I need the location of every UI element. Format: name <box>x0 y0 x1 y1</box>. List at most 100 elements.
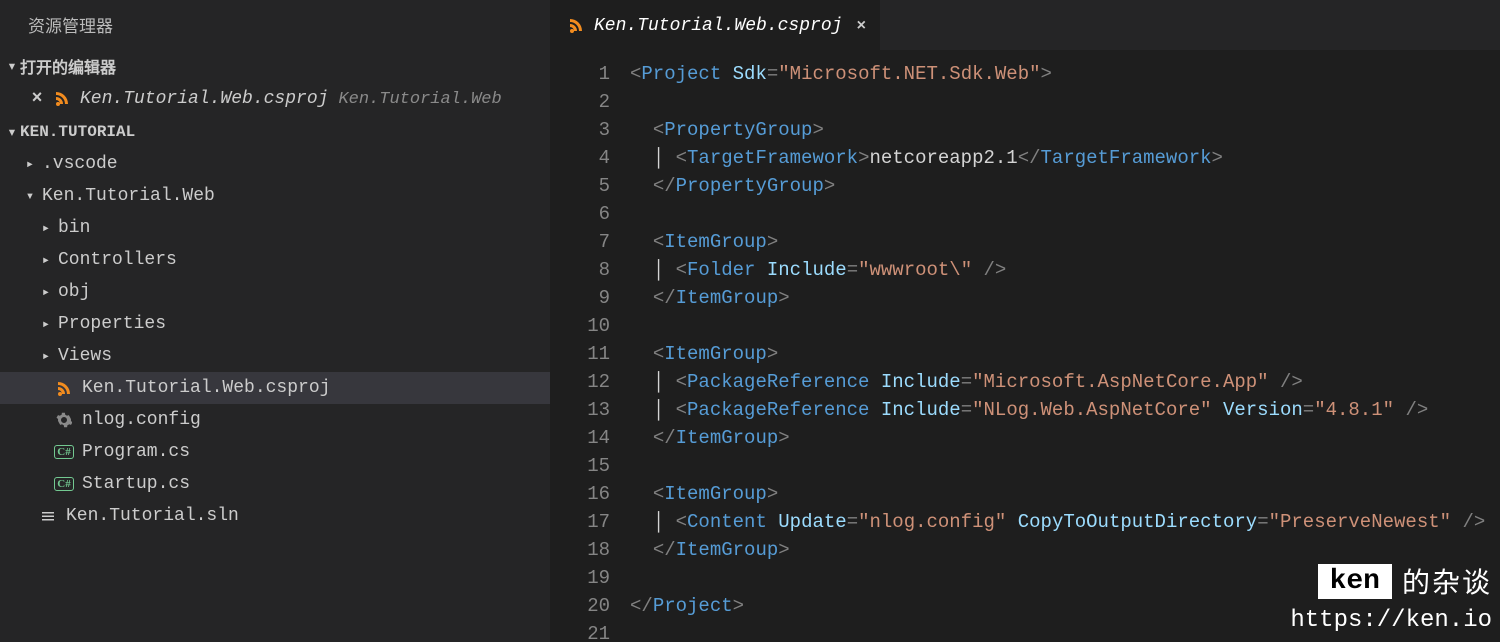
tree-item[interactable]: nlog.config <box>0 404 550 436</box>
rss-icon <box>568 16 584 36</box>
line-number: 1 <box>550 60 610 88</box>
line-number: 6 <box>550 200 610 228</box>
tree-item-label: Properties <box>58 314 166 334</box>
code-line[interactable]: │ <PackageReference Include="Microsoft.A… <box>630 368 1500 396</box>
open-editors-section[interactable]: ▾ 打开的编辑器 <box>0 50 550 82</box>
tree-item[interactable]: ▸Controllers <box>0 244 550 276</box>
code-line[interactable] <box>630 88 1500 116</box>
watermark-name: ken <box>1318 564 1392 599</box>
rss-icon <box>54 380 74 396</box>
workspace-section[interactable]: ▾ KEN.TUTORIAL <box>0 116 550 148</box>
close-icon[interactable]: × <box>28 89 46 109</box>
chevron-right-icon: ▸ <box>22 156 38 173</box>
tree-item-label: bin <box>58 218 90 238</box>
line-number: 12 <box>550 368 610 396</box>
tree-item-label: Views <box>58 346 112 366</box>
line-number: 17 <box>550 508 610 536</box>
code-line[interactable]: │ <TargetFramework>netcoreapp2.1</Target… <box>630 144 1500 172</box>
line-number: 5 <box>550 172 610 200</box>
code-line[interactable]: </PropertyGroup> <box>630 172 1500 200</box>
watermark: ken 的杂谈 https://ken.io <box>1290 561 1492 634</box>
code-line[interactable]: </ItemGroup> <box>630 424 1500 452</box>
cs-icon: C# <box>54 445 74 459</box>
code-line[interactable]: </ItemGroup> <box>630 536 1500 564</box>
tree-item-label: obj <box>58 282 90 302</box>
line-number: 8 <box>550 256 610 284</box>
tree-item[interactable]: ▸obj <box>0 276 550 308</box>
tree-item[interactable]: Ken.Tutorial.Web.csproj <box>0 372 550 404</box>
code-editor[interactable]: 123456789101112131415161718192021 <Proje… <box>550 50 1500 642</box>
tab-filename: Ken.Tutorial.Web.csproj <box>594 16 842 36</box>
workspace-name: KEN.TUTORIAL <box>20 123 135 141</box>
tab-csproj[interactable]: Ken.Tutorial.Web.csproj × <box>550 0 880 50</box>
code-content[interactable]: <Project Sdk="Microsoft.NET.Sdk.Web"> <P… <box>630 50 1500 642</box>
open-editor-item[interactable]: × Ken.Tutorial.Web.csproj Ken.Tutorial.W… <box>0 82 550 116</box>
code-line[interactable] <box>630 200 1500 228</box>
editor-tabs: Ken.Tutorial.Web.csproj × <box>550 0 1500 50</box>
code-line[interactable]: </ItemGroup> <box>630 284 1500 312</box>
code-line[interactable]: │ <Content Update="nlog.config" CopyToOu… <box>630 508 1500 536</box>
tree-item[interactable]: ▸Properties <box>0 308 550 340</box>
line-number: 4 <box>550 144 610 172</box>
chevron-right-icon: ▸ <box>38 220 54 237</box>
open-editor-path: Ken.Tutorial.Web <box>338 90 501 109</box>
line-number: 15 <box>550 452 610 480</box>
code-line[interactable]: <ItemGroup> <box>630 228 1500 256</box>
tree-item[interactable]: ▾Ken.Tutorial.Web <box>0 180 550 212</box>
cs-icon: C# <box>54 477 74 491</box>
line-number: 11 <box>550 340 610 368</box>
line-number: 19 <box>550 564 610 592</box>
line-number: 9 <box>550 284 610 312</box>
line-number: 20 <box>550 592 610 620</box>
chevron-down-icon: ▾ <box>4 56 20 76</box>
editor-area: Ken.Tutorial.Web.csproj × 12345678910111… <box>550 0 1500 642</box>
chevron-right-icon: ▸ <box>38 284 54 301</box>
tree-item[interactable]: C# Startup.cs <box>0 468 550 500</box>
file-icon <box>38 508 58 524</box>
line-number: 2 <box>550 88 610 116</box>
line-number: 14 <box>550 424 610 452</box>
code-line[interactable]: <ItemGroup> <box>630 340 1500 368</box>
line-number-gutter: 123456789101112131415161718192021 <box>550 50 630 642</box>
watermark-url: https://ken.io <box>1290 607 1492 634</box>
tree-item[interactable]: ▸.vscode <box>0 148 550 180</box>
tree-item[interactable]: Ken.Tutorial.sln <box>0 500 550 532</box>
chevron-down-icon: ▾ <box>4 122 20 142</box>
code-line[interactable] <box>630 452 1500 480</box>
line-number: 7 <box>550 228 610 256</box>
line-number: 3 <box>550 116 610 144</box>
code-line[interactable] <box>630 312 1500 340</box>
line-number: 18 <box>550 536 610 564</box>
tree-item-label: Program.cs <box>82 442 190 462</box>
tree-item-label: Startup.cs <box>82 474 190 494</box>
chevron-right-icon: ▸ <box>38 348 54 365</box>
code-line[interactable]: │ <Folder Include="wwwroot\" /> <box>630 256 1500 284</box>
line-number: 21 <box>550 620 610 642</box>
line-number: 16 <box>550 480 610 508</box>
tree-item-label: nlog.config <box>82 410 201 430</box>
code-line[interactable]: <ItemGroup> <box>630 480 1500 508</box>
tree-item[interactable]: ▸bin <box>0 212 550 244</box>
code-line[interactable]: <PropertyGroup> <box>630 116 1500 144</box>
watermark-subtitle: 的杂谈 <box>1402 561 1492 601</box>
file-tree: ▸.vscode▾Ken.Tutorial.Web▸bin▸Controller… <box>0 148 550 532</box>
tree-item-label: .vscode <box>42 154 118 174</box>
code-line[interactable]: <Project Sdk="Microsoft.NET.Sdk.Web"> <box>630 60 1500 88</box>
explorer-title: 资源管理器 <box>0 0 550 50</box>
code-line[interactable]: │ <PackageReference Include="NLog.Web.As… <box>630 396 1500 424</box>
chevron-right-icon: ▸ <box>38 316 54 333</box>
line-number: 10 <box>550 312 610 340</box>
tree-item[interactable]: ▸Views <box>0 340 550 372</box>
open-editor-filename: Ken.Tutorial.Web.csproj <box>80 89 328 109</box>
tree-item[interactable]: C# Program.cs <box>0 436 550 468</box>
line-number: 13 <box>550 396 610 424</box>
tree-item-label: Controllers <box>58 250 177 270</box>
close-icon[interactable]: × <box>856 17 866 35</box>
gear-icon <box>54 412 74 428</box>
chevron-right-icon: ▸ <box>38 252 54 269</box>
tree-item-label: Ken.Tutorial.Web <box>42 186 215 206</box>
open-editors-label: 打开的编辑器 <box>20 54 116 78</box>
tree-item-label: Ken.Tutorial.Web.csproj <box>82 378 330 398</box>
chevron-down-icon: ▾ <box>22 188 38 205</box>
rss-icon <box>54 89 70 109</box>
